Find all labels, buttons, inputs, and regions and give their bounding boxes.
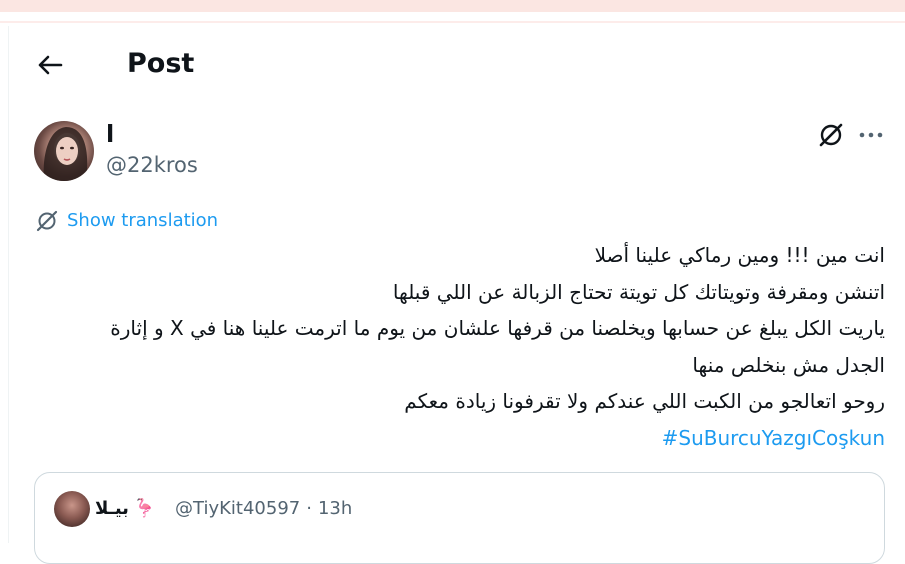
author-avatar[interactable] xyxy=(34,121,94,181)
author-display-name[interactable]: ا xyxy=(106,120,114,148)
quoted-post-card[interactable]: بيـلا 🦩 @TiyKit40597 · 13h xyxy=(34,472,885,564)
post-header: Post xyxy=(9,26,905,100)
tweet-line: اتنشن ومقرفة وتويتاتك كل تويتة تحتاج الز… xyxy=(392,279,885,304)
tweet-line: روحو اتعالجو من الكبت اللي عندكم ولا تقر… xyxy=(404,389,885,413)
tweet-body: انت مين !!! ومين رماكي علينا أصلا اتنشن … xyxy=(40,237,885,456)
tweet-line: انت مين !!! ومين رماكي علينا أصلا xyxy=(594,243,885,267)
top-banner-strip xyxy=(0,0,905,12)
show-translation-label: Show translation xyxy=(67,210,219,231)
back-button[interactable] xyxy=(35,50,65,80)
arrow-left-icon xyxy=(38,55,63,75)
tweet-line: الجدل مش بنخلص منها xyxy=(692,352,885,377)
hashtag-link[interactable]: #SuBurcuYazgıCoşkun xyxy=(662,426,885,450)
quoted-author-name: بيـلا xyxy=(95,498,129,519)
quoted-author-avatar[interactable] xyxy=(54,491,90,527)
show-translation-link[interactable]: Show translation xyxy=(35,207,218,235)
grok-icon xyxy=(819,123,843,147)
quoted-post-meta: @TiyKit40597 · 13h xyxy=(175,495,352,523)
tweet-line: ياريت الكل يبلغ عن حسابها ويخلصنا من قرف… xyxy=(110,316,885,340)
quoted-author-name-group[interactable]: بيـلا 🦩 xyxy=(95,495,155,523)
grok-button[interactable] xyxy=(815,119,847,151)
flamingo-emoji-icon: 🦩 xyxy=(132,498,156,519)
translate-icon xyxy=(36,210,58,232)
column-left-border xyxy=(8,26,9,543)
avatar-portrait xyxy=(43,127,88,181)
quoted-post-time[interactable]: 13h xyxy=(318,495,352,523)
meta-separator: · xyxy=(306,498,312,519)
page-title: Post xyxy=(127,48,195,79)
quoted-author-handle[interactable]: @TiyKit40597 xyxy=(175,495,300,523)
more-horizontal-icon xyxy=(859,132,883,138)
more-options-button[interactable] xyxy=(856,119,886,151)
top-banner-divider xyxy=(0,21,905,23)
author-handle[interactable]: @22kros xyxy=(106,152,198,178)
